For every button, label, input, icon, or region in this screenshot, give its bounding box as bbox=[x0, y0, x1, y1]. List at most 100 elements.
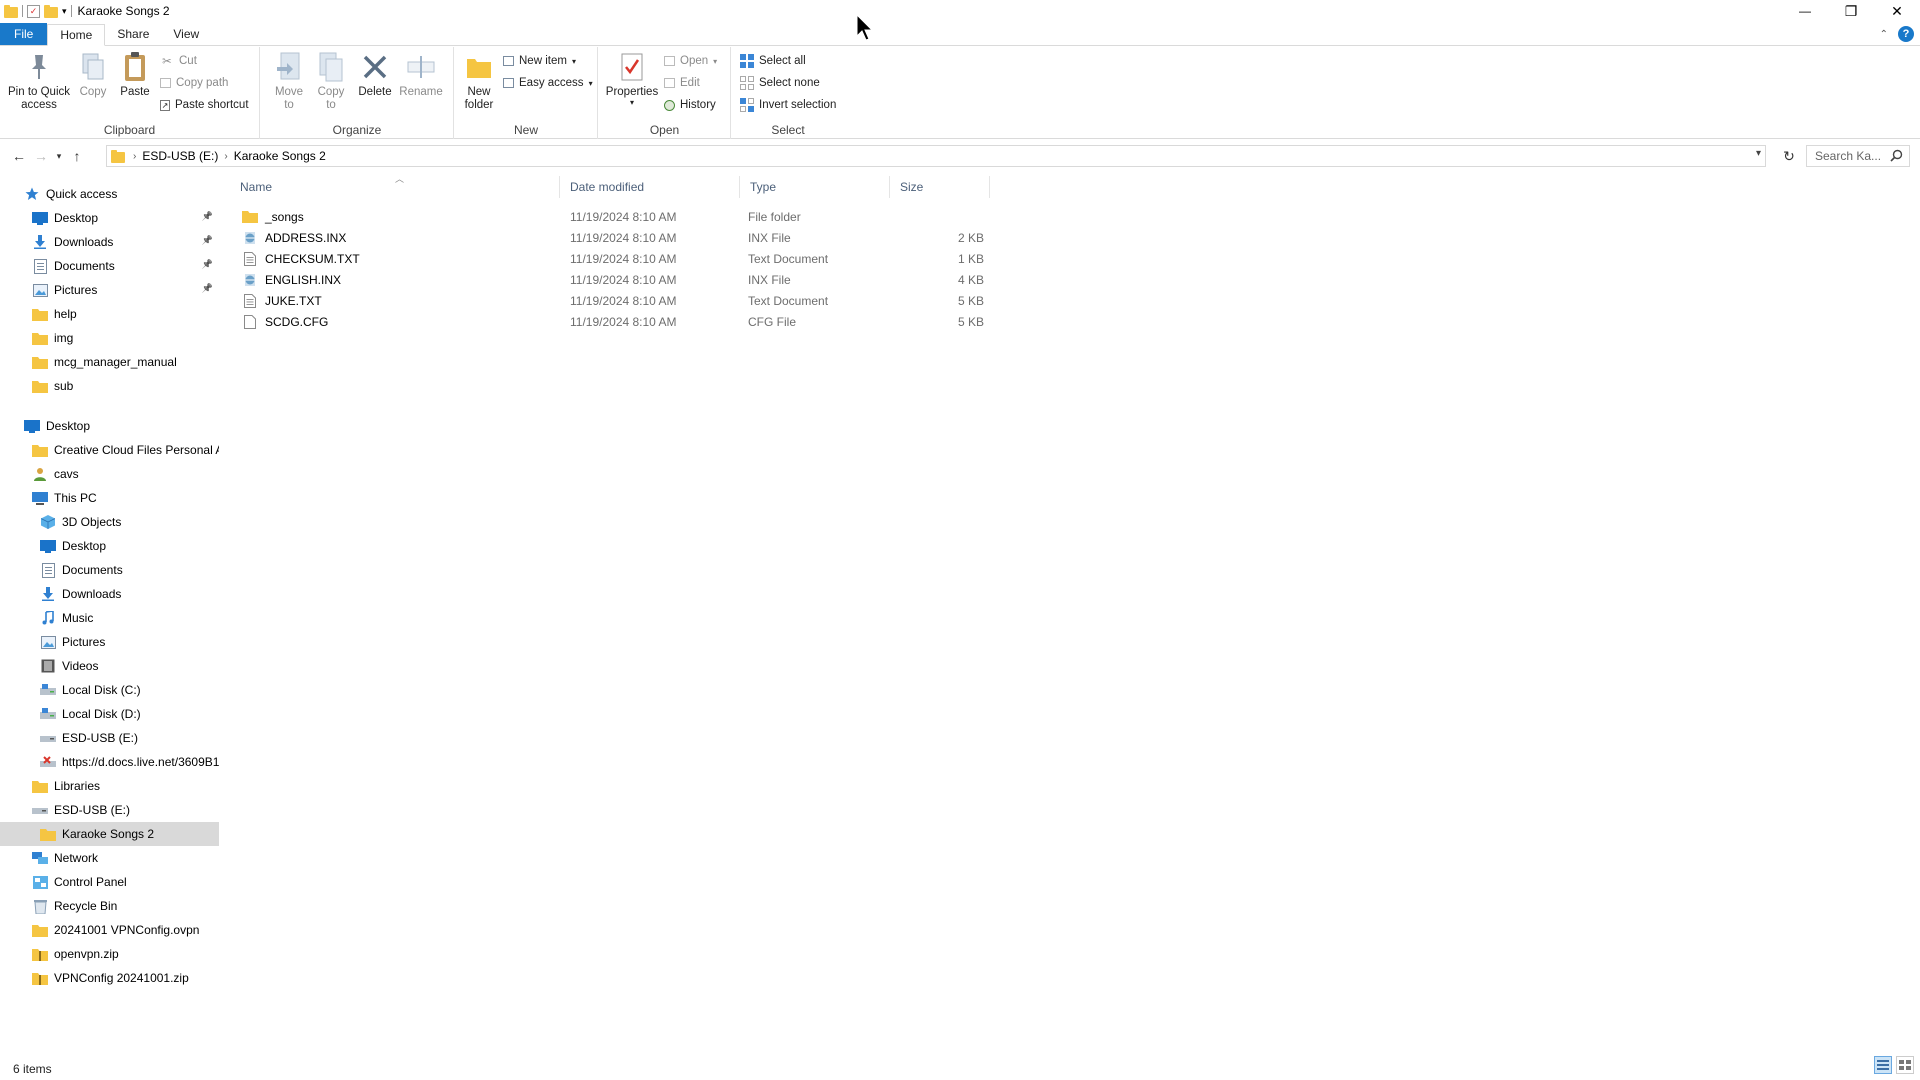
copy-path-button[interactable]: Copy path bbox=[160, 73, 228, 93]
properties-icon[interactable]: ✓ bbox=[27, 4, 40, 18]
up-button[interactable]: ↑ bbox=[66, 145, 88, 167]
large-icons-view-button[interactable] bbox=[1896, 1056, 1914, 1074]
tab-view[interactable]: View bbox=[161, 23, 211, 45]
address-bar[interactable]: › ESD-USB (E:) › Karaoke Songs 2 ▾ bbox=[106, 145, 1766, 167]
collapse-ribbon-icon[interactable]: ⌃ bbox=[1880, 29, 1888, 40]
open-button[interactable]: Open ▾ bbox=[664, 51, 717, 71]
restore-button[interactable]: ❐ bbox=[1828, 0, 1874, 22]
nav-item[interactable]: Videos bbox=[0, 654, 219, 678]
file-row[interactable]: _songs 11/19/2024 8:10 AM File folder bbox=[230, 206, 1000, 227]
nav-item[interactable]: 3D Objects bbox=[0, 510, 219, 534]
file-size: 4 KB bbox=[957, 272, 984, 287]
video-icon bbox=[40, 659, 56, 673]
copy-to-button[interactable]: Copy to bbox=[313, 51, 349, 112]
file-row[interactable]: ADDRESS.INX 11/19/2024 8:10 AM INX File 2 K… bbox=[230, 227, 1000, 248]
history-button[interactable]: History bbox=[664, 95, 716, 115]
breadcrumb-drive[interactable]: ESD-USB (E:) bbox=[136, 149, 224, 163]
select-all-label: Select all bbox=[759, 55, 806, 67]
select-none-button[interactable]: Select none bbox=[740, 73, 820, 93]
nav-item[interactable]: Local Disk (C:) bbox=[0, 678, 219, 702]
large-icons-view-icon bbox=[1899, 1060, 1911, 1070]
nav-item[interactable]: Downloads bbox=[0, 582, 219, 606]
column-header-name[interactable]: Name ︿ bbox=[230, 174, 560, 198]
nav-item[interactable]: openvpn.zip bbox=[0, 942, 219, 966]
nav-item[interactable]: Karaoke Songs 2 bbox=[0, 822, 219, 846]
nav-item[interactable]: ESD-USB (E:) bbox=[0, 726, 219, 750]
file-row[interactable]: JUKE.TXT 11/19/2024 8:10 AM Text Document 5… bbox=[230, 290, 1000, 311]
recent-locations-button[interactable]: ▾ bbox=[52, 145, 66, 167]
close-button[interactable]: ✕ bbox=[1874, 0, 1920, 22]
new-folder-button[interactable]: New folder bbox=[459, 51, 499, 112]
nav-item[interactable]: Desktop bbox=[0, 414, 219, 438]
nav-item[interactable]: Creative Cloud Files Personal Ac bbox=[0, 438, 219, 462]
file-name: _songs bbox=[265, 209, 304, 224]
tab-share[interactable]: Share bbox=[105, 23, 161, 45]
details-view-button[interactable] bbox=[1874, 1056, 1892, 1074]
paste-shortcut-button[interactable]: ↗ Paste shortcut bbox=[160, 95, 249, 115]
properties-button[interactable]: Properties ▾ bbox=[605, 51, 659, 107]
new-folder-icon[interactable] bbox=[44, 4, 58, 18]
refresh-button[interactable]: ↻ bbox=[1778, 145, 1800, 167]
nav-item[interactable]: Documents bbox=[0, 558, 219, 582]
invert-selection-button[interactable]: Invert selection bbox=[740, 95, 836, 115]
nav-item[interactable]: ESD-USB (E:) bbox=[0, 798, 219, 822]
move-to-button[interactable]: Move to bbox=[271, 51, 307, 112]
column-header-size[interactable]: Size bbox=[890, 176, 990, 198]
new-item-button[interactable]: New item ▾ bbox=[503, 51, 576, 71]
navigation-pane[interactable]: Quick access Desktop 📌 Downloads 📌 Documents 📌… bbox=[0, 178, 220, 1050]
nav-item[interactable]: img bbox=[0, 326, 219, 350]
nav-item[interactable]: Desktop bbox=[0, 534, 219, 558]
back-button[interactable]: ← bbox=[8, 145, 30, 167]
nav-item[interactable]: Downloads 📌 bbox=[0, 230, 219, 254]
column-header-type[interactable]: Type bbox=[740, 176, 890, 198]
pin-to-quick-access-button[interactable]: Pin to Quick access bbox=[6, 51, 72, 112]
file-row[interactable]: SCDG.CFG 11/19/2024 8:10 AM CFG File 5 KB bbox=[230, 311, 1000, 332]
star-icon bbox=[24, 187, 40, 201]
nav-item[interactable]: mcg_manager_manual bbox=[0, 350, 219, 374]
minimize-button[interactable]: — bbox=[1782, 0, 1828, 22]
nav-item[interactable]: cavs bbox=[0, 462, 219, 486]
open-group-label: Open bbox=[649, 123, 680, 137]
nav-item[interactable]: This PC bbox=[0, 486, 219, 510]
forward-button[interactable]: → bbox=[30, 145, 52, 167]
customize-toolbar-icon[interactable]: ▾ bbox=[62, 6, 67, 17]
nav-item[interactable]: Local Disk (D:) bbox=[0, 702, 219, 726]
nav-item[interactable]: Documents 📌 bbox=[0, 254, 219, 278]
nav-item[interactable]: Pictures 📌 bbox=[0, 278, 219, 302]
nav-item[interactable]: VPNConfig 20241001.zip bbox=[0, 966, 219, 990]
nav-item-label: mcg_manager_manual bbox=[54, 355, 177, 369]
file-row[interactable]: CHECKSUM.TXT 11/19/2024 8:10 AM Text Docum… bbox=[230, 248, 1000, 269]
nav-item[interactable]: Music bbox=[0, 606, 219, 630]
edit-button[interactable]: Edit bbox=[664, 73, 700, 93]
tab-file[interactable]: File bbox=[0, 23, 48, 45]
search-input[interactable]: Search Ka... bbox=[1806, 145, 1910, 167]
nav-item[interactable]: Libraries bbox=[0, 774, 219, 798]
tab-home[interactable]: Home bbox=[47, 24, 106, 46]
folder-icon bbox=[4, 4, 18, 18]
paste-button[interactable]: Paste bbox=[118, 51, 152, 99]
nav-item[interactable]: Desktop 📌 bbox=[0, 206, 219, 230]
copy-button[interactable]: Copy bbox=[76, 51, 110, 99]
chevron-down-icon[interactable]: ▾ bbox=[1756, 148, 1761, 159]
nav-item[interactable]: Control Panel bbox=[0, 870, 219, 894]
file-row[interactable]: ENGLISH.INX 11/19/2024 8:10 AM INX File 4 K… bbox=[230, 269, 1000, 290]
nav-item[interactable]: sub bbox=[0, 374, 219, 398]
column-header-date[interactable]: Date modified bbox=[560, 176, 740, 198]
nav-item[interactable]: Quick access bbox=[0, 182, 219, 206]
delete-button[interactable]: Delete bbox=[357, 51, 393, 99]
title-bar: ✓ ▾ Karaoke Songs 2 — ❐ ✕ bbox=[0, 0, 1920, 22]
nav-item[interactable]: help bbox=[0, 302, 219, 326]
select-all-button[interactable]: Select all bbox=[740, 51, 806, 71]
nav-item[interactable]: Pictures bbox=[0, 630, 219, 654]
file-name: JUKE.TXT bbox=[265, 293, 322, 308]
nav-item[interactable]: 20241001 VPNConfig.ovpn bbox=[0, 918, 219, 942]
nav-item[interactable]: Network bbox=[0, 846, 219, 870]
nav-item[interactable]: https://d.docs.live.net/3609B1 bbox=[0, 750, 219, 774]
nav-item[interactable]: Recycle Bin bbox=[0, 894, 219, 918]
easy-access-button[interactable]: Easy access ▾ bbox=[503, 73, 593, 93]
cut-button[interactable]: ✂ Cut bbox=[160, 51, 197, 71]
nav-item-label: Downloads bbox=[54, 235, 114, 249]
breadcrumb-folder[interactable]: Karaoke Songs 2 bbox=[228, 149, 332, 163]
rename-button[interactable]: Rename bbox=[399, 51, 443, 99]
help-icon[interactable]: ? bbox=[1898, 26, 1914, 42]
